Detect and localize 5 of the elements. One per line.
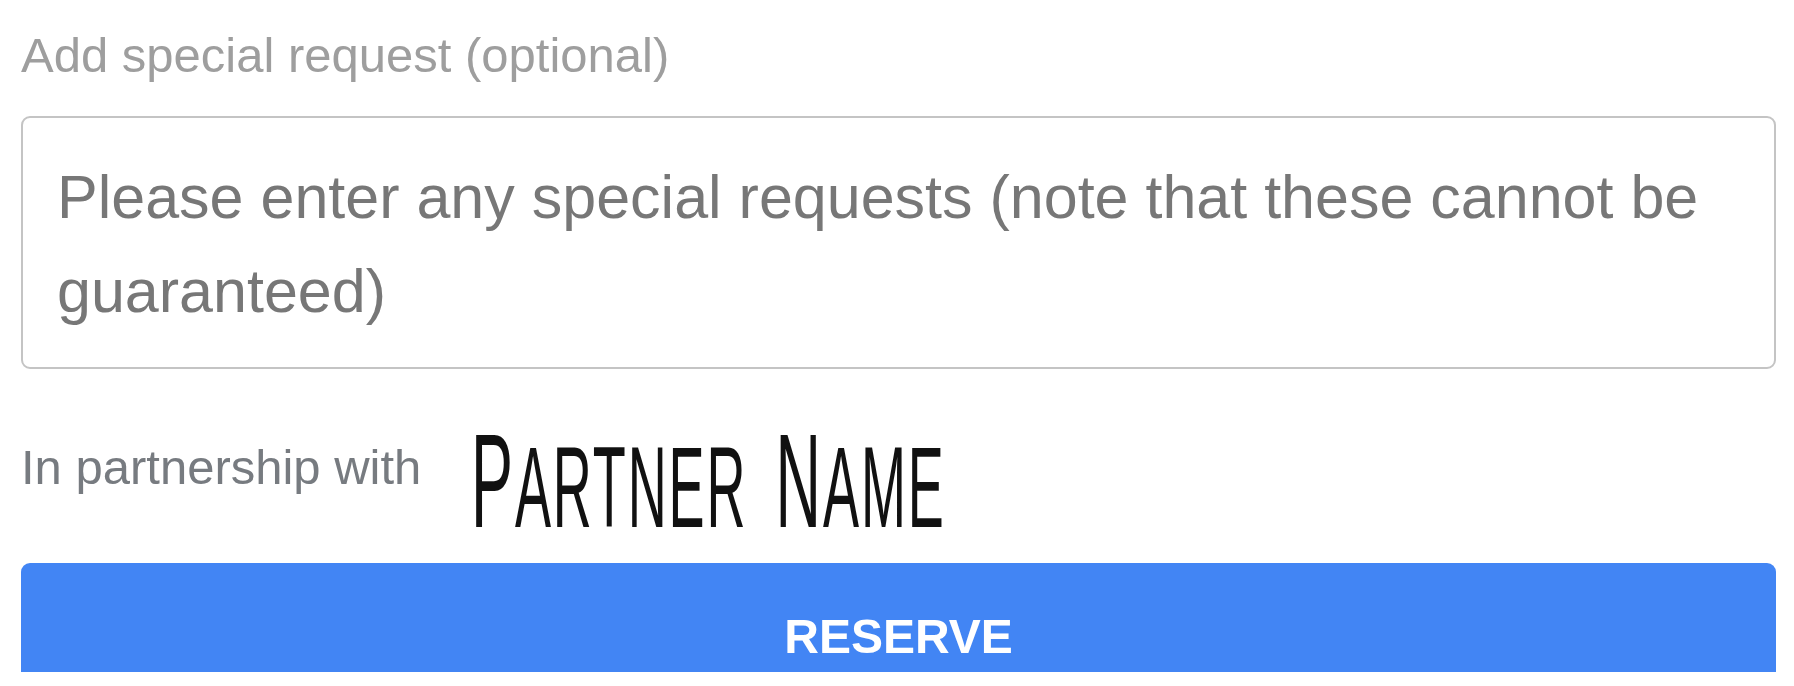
partner-logo: PARTNER NAME: [471, 414, 947, 548]
special-request-field[interactable]: Please enter any special requests (note that these cannot be guaranteed): [21, 116, 1776, 369]
partnership-text: In partnership with: [21, 439, 422, 495]
field-label: Add special request (optional): [21, 27, 671, 84]
reserve-button[interactable]: RESERVE: [21, 563, 1776, 672]
